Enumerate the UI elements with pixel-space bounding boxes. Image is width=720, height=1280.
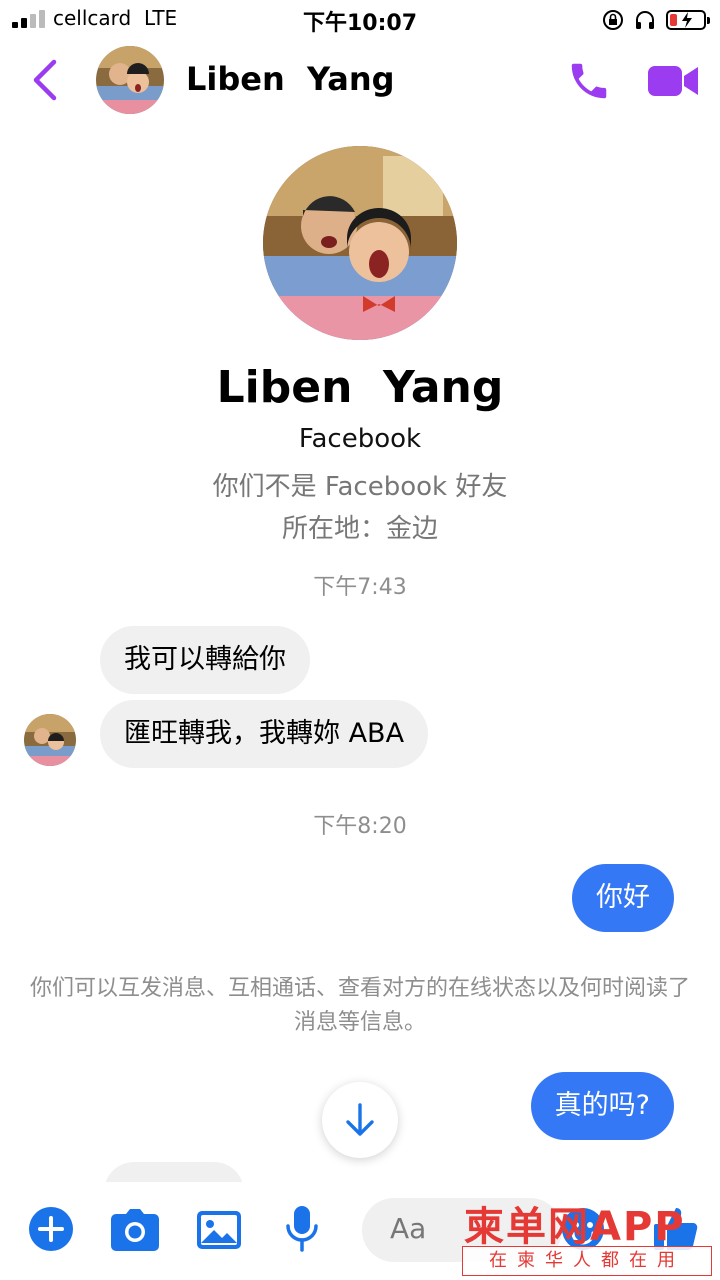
gallery-button[interactable] bbox=[196, 1208, 242, 1252]
more-actions-button[interactable] bbox=[28, 1206, 74, 1252]
incoming-message[interactable]: 匯旺轉我，我轉妳 ABA bbox=[100, 700, 429, 768]
scroll-to-bottom-button[interactable] bbox=[322, 1082, 398, 1158]
camera-button[interactable] bbox=[110, 1208, 160, 1252]
message-timestamp: 下午8:20 bbox=[313, 814, 407, 839]
header-contact-name[interactable]: Liben Yang bbox=[186, 60, 395, 98]
message-input-placeholder: Aa bbox=[390, 1212, 427, 1245]
rotation-lock-icon bbox=[603, 10, 623, 30]
status-bar: cellcard LTE 下午10:07 bbox=[0, 0, 720, 40]
profile-source: Facebook bbox=[298, 424, 422, 454]
chevron-left-icon bbox=[33, 59, 57, 101]
outgoing-message[interactable]: 真的吗? bbox=[530, 1072, 674, 1140]
camera-icon bbox=[111, 1209, 159, 1251]
contact-avatar[interactable] bbox=[96, 46, 164, 114]
profile-name: Liben Yang bbox=[216, 362, 504, 413]
sender-avatar[interactable] bbox=[24, 714, 76, 766]
voice-call-button[interactable] bbox=[566, 58, 612, 104]
watermark-tagline: 在柬华人都在用 bbox=[462, 1246, 712, 1276]
profile-location: 所在地：金边 bbox=[281, 514, 438, 544]
phone-icon bbox=[571, 63, 607, 99]
watermark-logo: 柬单网APP 在柬华人都在用 bbox=[460, 1190, 716, 1280]
voice-message-button[interactable] bbox=[284, 1204, 320, 1254]
incoming-message[interactable]: 我可以轉給你 bbox=[100, 626, 310, 694]
video-call-button[interactable] bbox=[646, 62, 700, 100]
image-icon bbox=[197, 1211, 241, 1249]
profile-avatar[interactable] bbox=[263, 146, 457, 340]
plus-circle-icon bbox=[29, 1207, 73, 1251]
arrow-down-icon bbox=[346, 1103, 374, 1136]
outgoing-message[interactable]: 你好 bbox=[572, 864, 674, 932]
status-icons bbox=[602, 8, 710, 32]
back-button[interactable] bbox=[28, 58, 64, 102]
chat-info-notice: 你们可以互发消息、互相通话、查看对方的在线状态以及何时阅读了消息等信息。 bbox=[30, 976, 691, 1035]
watermark-brand: 柬单网APP bbox=[464, 1204, 686, 1250]
microphone-icon bbox=[286, 1206, 318, 1252]
battery-icon bbox=[666, 10, 710, 30]
video-camera-icon bbox=[648, 66, 698, 96]
headphones-icon bbox=[636, 11, 654, 29]
friend-status: 你们不是 Facebook 好友 bbox=[212, 472, 508, 502]
message-timestamp: 下午7:43 bbox=[313, 575, 407, 600]
